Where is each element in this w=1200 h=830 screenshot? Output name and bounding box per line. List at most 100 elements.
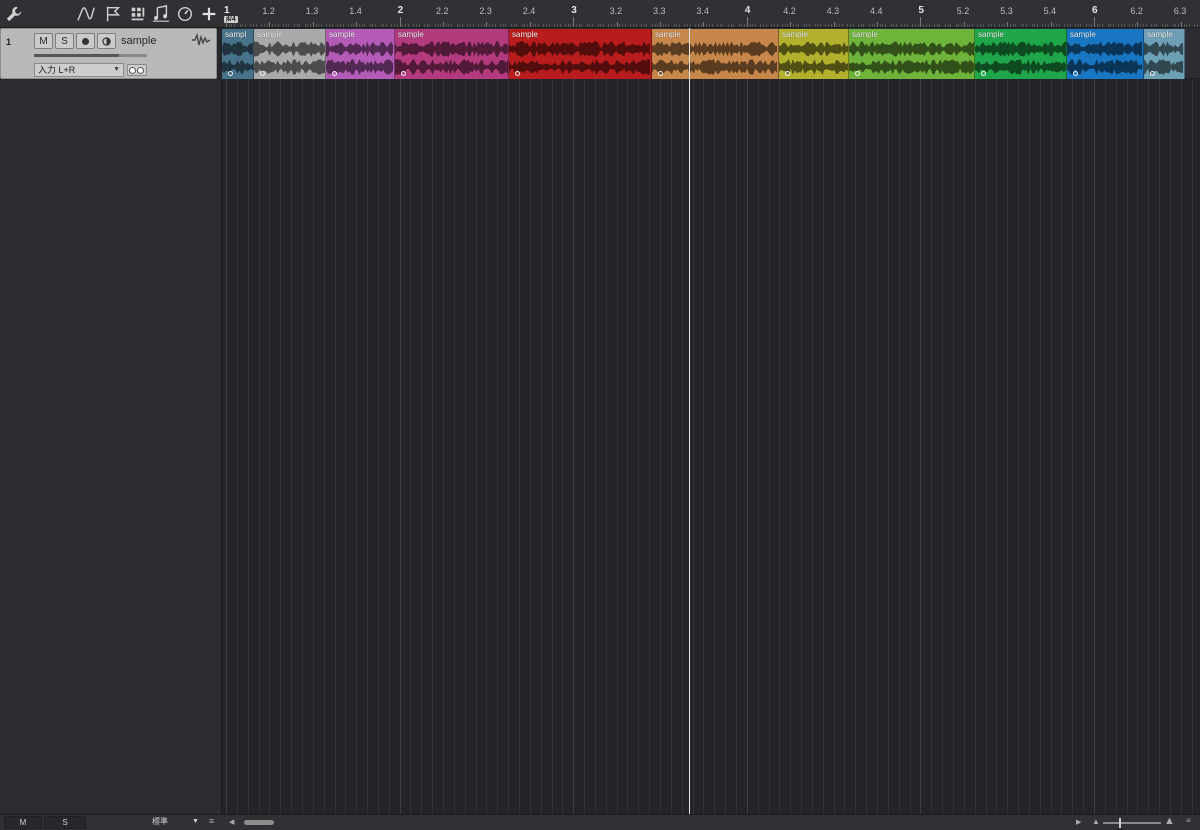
audio-clip[interactable]: sample bbox=[849, 29, 975, 79]
grid-snap-icon[interactable] bbox=[128, 4, 148, 24]
grid-line bbox=[443, 28, 444, 814]
audio-clip[interactable]: sample bbox=[652, 29, 779, 79]
monitor-button[interactable] bbox=[97, 33, 116, 49]
ruler-subtick bbox=[858, 24, 859, 27]
track-solo-button[interactable]: S bbox=[55, 33, 74, 49]
audio-clip[interactable]: sample bbox=[395, 29, 509, 79]
grid-line bbox=[757, 28, 759, 814]
clip-handle-icon[interactable] bbox=[332, 71, 337, 76]
grid-line bbox=[822, 28, 824, 814]
ruler-subtick bbox=[1075, 24, 1076, 27]
clip-handle-icon[interactable] bbox=[785, 71, 790, 76]
input-select[interactable]: 入力 L+R ▼ bbox=[34, 63, 124, 77]
zoom-thumb[interactable] bbox=[1119, 818, 1121, 828]
zoom-out-icon[interactable]: ▲ bbox=[1092, 817, 1100, 826]
global-solo-button[interactable]: S bbox=[44, 816, 86, 829]
clip-handle-icon[interactable] bbox=[401, 71, 406, 76]
ruler-subtick bbox=[1183, 24, 1185, 27]
scroll-right-icon[interactable]: ▶ bbox=[1076, 818, 1081, 826]
track-list-area[interactable] bbox=[0, 80, 222, 814]
ruler-subtick bbox=[1069, 24, 1071, 27]
audio-clip[interactable]: sample bbox=[975, 29, 1067, 79]
grid-line bbox=[779, 28, 781, 814]
ruler-subtick bbox=[261, 24, 263, 27]
add-track-icon[interactable] bbox=[199, 4, 219, 24]
timeline-ruler[interactable]: 4/4 1 1.2 1.3 1.4 2 2.2 2.3 2.4 3 3.2 3.3 3.4 4 4.2 4.… bbox=[222, 0, 1200, 28]
audio-clip[interactable]: sample bbox=[779, 29, 849, 79]
grid-line bbox=[367, 28, 369, 814]
record-arm-button[interactable] bbox=[76, 33, 95, 49]
view-mode-select[interactable]: 標準 ▼ bbox=[130, 816, 202, 829]
scroll-left-icon[interactable]: ◀ bbox=[229, 818, 234, 826]
zoom-slider[interactable] bbox=[1103, 818, 1161, 828]
ruler-subtick bbox=[1131, 24, 1133, 27]
grid-line bbox=[584, 28, 586, 814]
clip-handle-icon[interactable] bbox=[228, 71, 233, 76]
ruler-subtick bbox=[893, 24, 895, 27]
monitor-toggle[interactable] bbox=[127, 64, 147, 76]
ruler-subtick bbox=[982, 24, 984, 27]
volume-fill bbox=[34, 54, 119, 57]
horizontal-scrollbar[interactable] bbox=[240, 819, 1070, 826]
ruler-subtick bbox=[806, 24, 808, 27]
ruler-subtick bbox=[776, 24, 778, 27]
grid-line bbox=[670, 28, 672, 814]
grid-line bbox=[377, 28, 379, 814]
grid-line bbox=[236, 28, 238, 814]
grid-line bbox=[811, 28, 813, 814]
arrangement-view[interactable]: sampl sample sample sample sample sample sampl… bbox=[222, 28, 1200, 814]
ruler-subtick bbox=[228, 24, 230, 27]
scroll-thumb[interactable] bbox=[244, 820, 274, 825]
grid-line bbox=[258, 28, 260, 814]
ruler-subtick bbox=[947, 24, 949, 27]
grid-line bbox=[323, 28, 325, 814]
audio-clip[interactable]: sample bbox=[326, 29, 395, 79]
ruler-subtick bbox=[999, 24, 1001, 27]
grid-line bbox=[692, 28, 694, 814]
track-mute-button[interactable]: M bbox=[34, 33, 53, 49]
score-icon[interactable] bbox=[151, 4, 171, 24]
toggle-knob-icon bbox=[137, 67, 144, 74]
ruler-subtick bbox=[1112, 24, 1114, 27]
clip-handle-icon[interactable] bbox=[658, 71, 663, 76]
audio-clip[interactable]: sample bbox=[509, 29, 652, 79]
wrench-icon[interactable] bbox=[4, 4, 24, 24]
waveform bbox=[395, 41, 508, 75]
clip-handle-icon[interactable] bbox=[981, 71, 986, 76]
clip-handle-icon[interactable] bbox=[260, 71, 265, 76]
ruler-subtick bbox=[622, 24, 624, 27]
waveform-channel bbox=[975, 41, 1066, 57]
ruler-tick bbox=[790, 22, 792, 27]
track-name[interactable]: sample bbox=[121, 35, 156, 47]
resize-grip-icon[interactable]: ≡ bbox=[1186, 816, 1191, 825]
ruler-subtick bbox=[1088, 24, 1090, 27]
clip-handle-icon[interactable] bbox=[1073, 71, 1078, 76]
list-menu-icon[interactable]: ≡ bbox=[209, 816, 214, 826]
global-mute-button[interactable]: M bbox=[4, 816, 42, 829]
grid-line bbox=[497, 28, 499, 814]
grid-line bbox=[920, 28, 922, 814]
volume-slider[interactable] bbox=[34, 54, 147, 57]
ruler-subtick bbox=[651, 24, 653, 27]
clip-handle-icon[interactable] bbox=[855, 71, 860, 76]
waveform-channel bbox=[395, 59, 508, 75]
clip-handle-icon[interactable] bbox=[515, 71, 520, 76]
clip-handle-icon[interactable] bbox=[1150, 71, 1155, 76]
tempo-clock-icon[interactable] bbox=[175, 4, 195, 24]
playhead[interactable] bbox=[689, 28, 690, 814]
track-header[interactable]: 1 M S sample 入力 L+R ▼ bbox=[0, 28, 217, 79]
ruler-tick bbox=[1180, 22, 1182, 27]
automation-curve-icon[interactable] bbox=[76, 4, 96, 24]
ruler-label: 6 bbox=[1092, 5, 1098, 16]
audio-clip[interactable]: sampl bbox=[222, 29, 254, 79]
audio-clip[interactable]: sample bbox=[1144, 29, 1185, 79]
audio-clip[interactable]: sample bbox=[254, 29, 326, 79]
grid-line bbox=[746, 28, 748, 814]
zoom-in-icon[interactable]: ▲ bbox=[1164, 815, 1175, 827]
ruler-subtick bbox=[795, 24, 797, 27]
ruler-subtick bbox=[320, 24, 322, 27]
marker-flag-icon[interactable] bbox=[103, 4, 123, 24]
ruler-subtick bbox=[727, 24, 729, 27]
ruler-label: 6.3 bbox=[1173, 6, 1187, 16]
audio-clip[interactable]: sample bbox=[1067, 29, 1144, 79]
